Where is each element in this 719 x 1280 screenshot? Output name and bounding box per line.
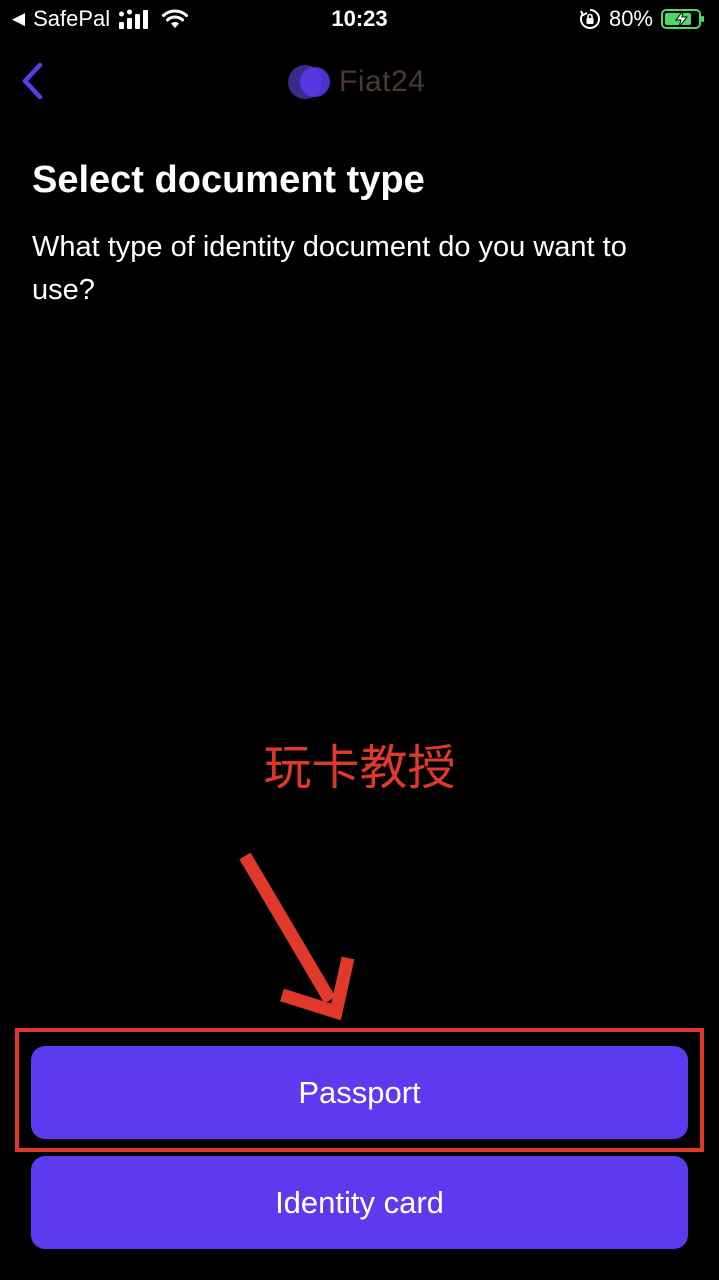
status-bar: ◀ SafePal 10:23 80%: [0, 0, 719, 40]
screen: ◀ SafePal 10:23 80% Fiat24 Select docume…: [0, 0, 719, 1280]
orientation-lock-icon: [579, 9, 600, 29]
fiat24-logo-mark-icon: [288, 65, 330, 99]
status-right-group: 80%: [579, 6, 705, 32]
watermark-text: 玩卡教授: [263, 740, 456, 796]
chevron-left-icon: [22, 62, 43, 100]
passport-button[interactable]: Passport: [31, 1046, 688, 1139]
identity-card-button[interactable]: Identity card: [31, 1156, 688, 1249]
annotation-arrow-icon: [239, 852, 355, 1020]
page-subtitle: What type of identity document do you wa…: [32, 231, 627, 306]
page-title: Select document type: [32, 159, 425, 201]
fiat24-logo: Fiat24: [285, 60, 425, 104]
battery-percent: 80%: [608, 6, 653, 31]
logo-text: Fiat24: [339, 65, 426, 98]
battery-charging-icon: [661, 9, 704, 29]
back-button[interactable]: [14, 60, 50, 102]
